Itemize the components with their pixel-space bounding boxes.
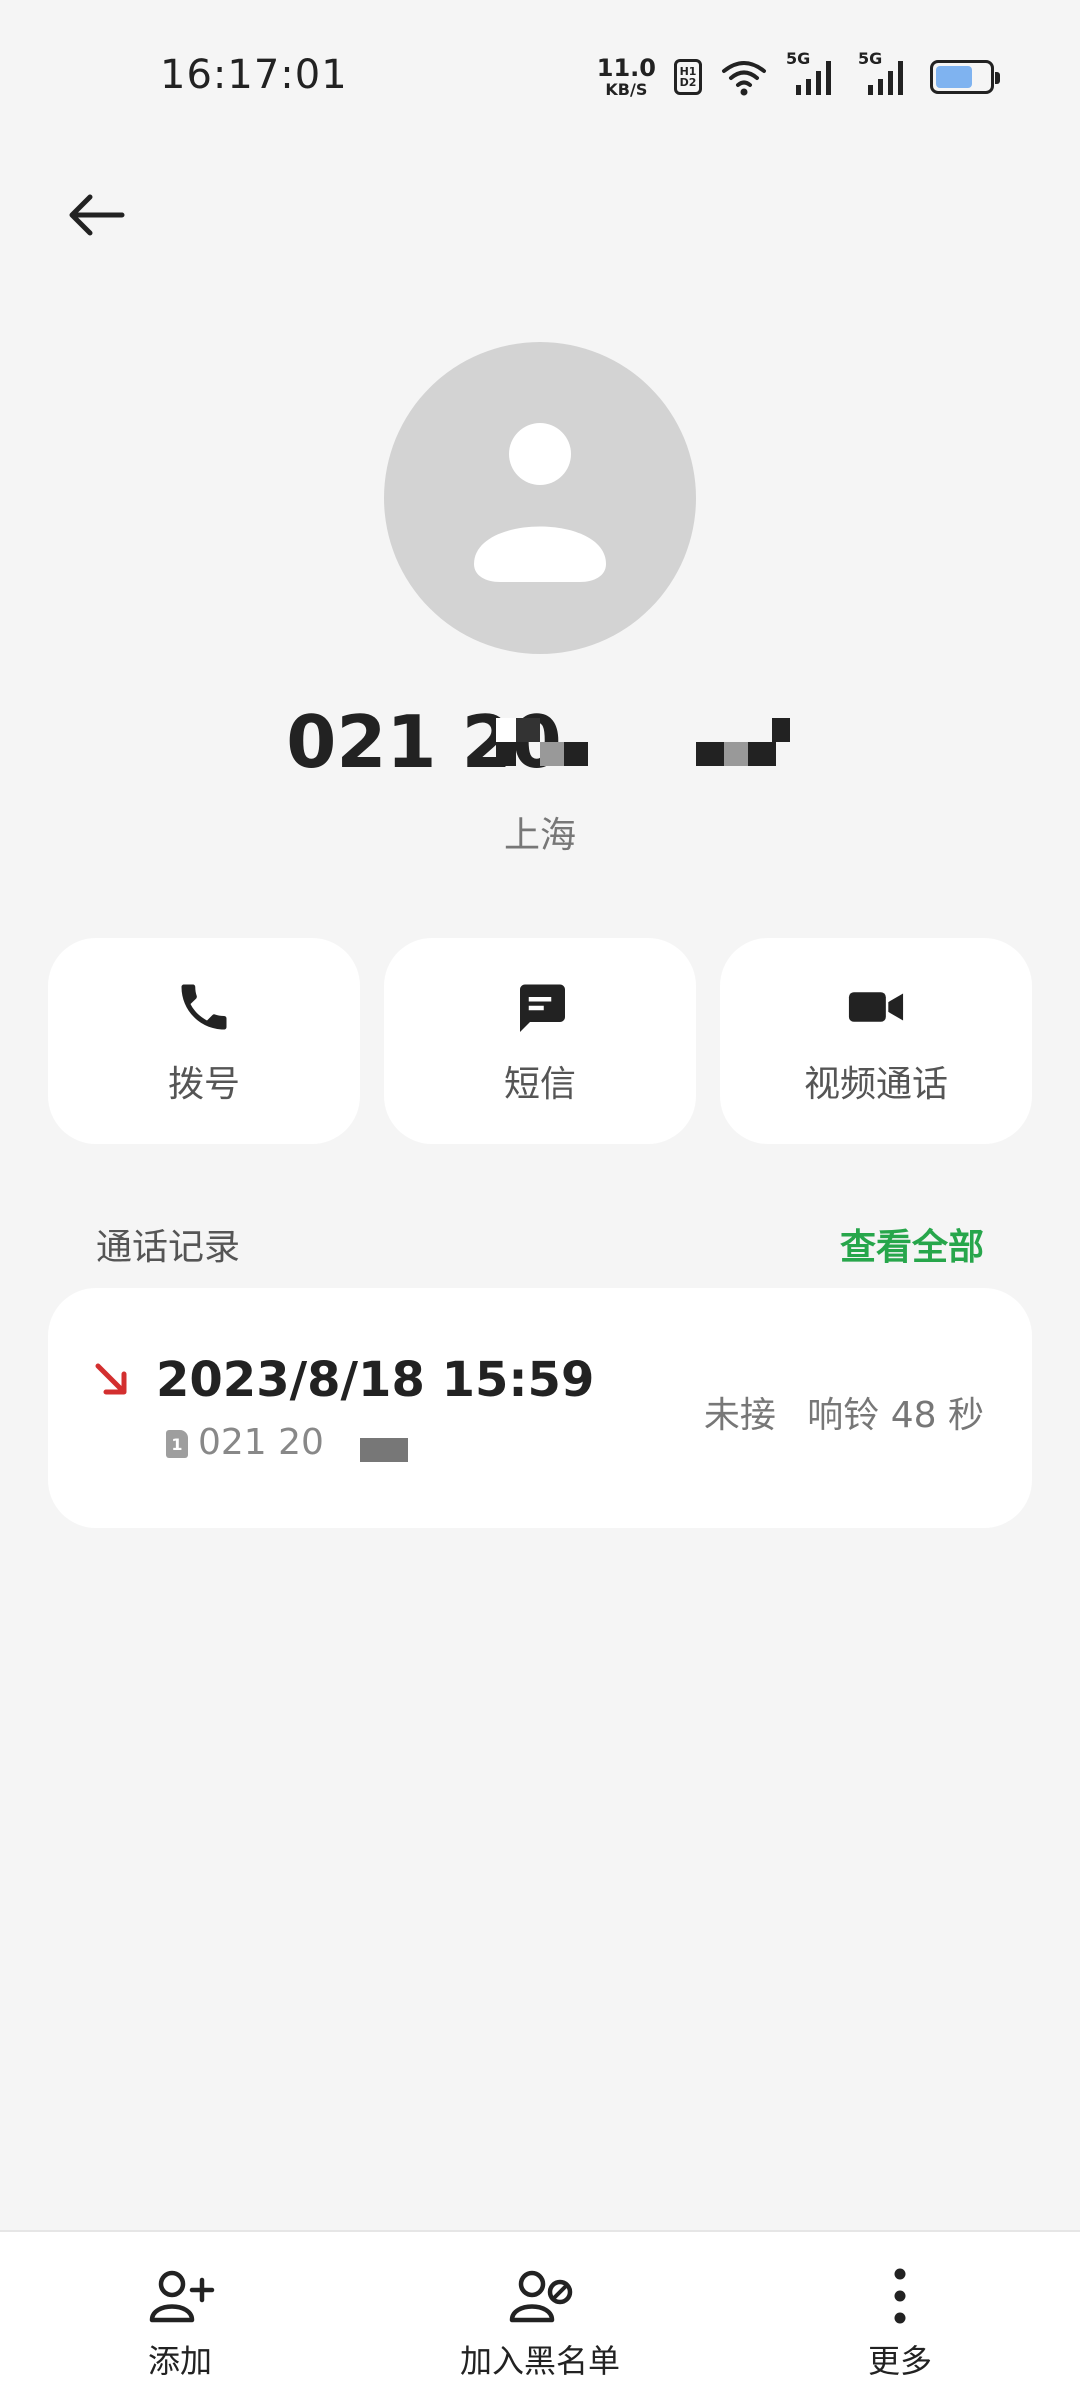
action-row: 拨号 短信 视频通话	[48, 938, 1032, 1144]
person-icon	[474, 423, 606, 582]
add-contact-button[interactable]: 添加	[30, 2232, 330, 2400]
view-all-link[interactable]: 查看全部	[840, 1218, 984, 1270]
wifi-icon	[722, 61, 766, 96]
location-label: 上海	[503, 815, 576, 856]
call-datetime: 2023/8/18 15:59	[156, 1352, 595, 1408]
battery-icon	[930, 60, 1000, 94]
video-camera-icon	[848, 992, 904, 1022]
battery-cap	[995, 72, 1000, 84]
network-speed-value: 11.0	[596, 54, 656, 82]
call-number-redaction	[360, 1438, 408, 1462]
missed-call-icon	[95, 1363, 127, 1395]
hd-voice-icon: H1 D2	[674, 59, 702, 95]
back-button[interactable]	[56, 180, 136, 250]
signal-2-icon: 5G	[858, 49, 912, 97]
sms-label: 短信	[503, 1064, 576, 1105]
dial-button[interactable]: 拨号	[48, 938, 360, 1144]
more-button[interactable]: 更多	[750, 2232, 1050, 2400]
sms-button[interactable]: 短信	[384, 938, 696, 1144]
video-call-button[interactable]: 视频通话	[720, 938, 1032, 1144]
video-call-label: 视频通话	[803, 1064, 948, 1105]
battery-fill	[936, 66, 973, 88]
contact-detail-screen: 16:17:01 11.0 KB/S H1 D2 5G 5G 021 20 上海…	[0, 0, 1080, 2400]
avatar	[384, 342, 696, 654]
signal-1-label: 5G	[786, 49, 811, 68]
dial-label: 拨号	[167, 1064, 240, 1105]
add-contact-label: 添加	[147, 2342, 212, 2380]
call-log-entry[interactable]: 2023/8/18 15:59 1 021 20 未接 响铃 48 秒	[48, 1288, 1032, 1528]
add-contact-icon	[149, 2270, 215, 2323]
signal-2-label: 5G	[858, 49, 883, 68]
block-contact-button[interactable]: 加入黑名单	[390, 2232, 690, 2400]
block-contact-icon	[509, 2270, 573, 2323]
block-contact-label: 加入黑名单	[459, 2342, 620, 2380]
back-arrow-icon	[69, 194, 125, 236]
more-vertical-icon	[894, 2268, 906, 2324]
network-speed: 11.0 KB/S	[597, 56, 656, 98]
network-speed-unit: KB/S	[605, 80, 648, 99]
phone-icon	[181, 984, 227, 1030]
message-icon	[520, 984, 565, 1032]
call-status-missed: 未接	[703, 1395, 776, 1436]
hd-bottom-label: D2	[679, 76, 697, 89]
number-redaction	[496, 718, 792, 766]
sim-card-icon: 1	[166, 1430, 188, 1458]
more-label: 更多	[867, 2342, 932, 2380]
call-log-title: 通话记录	[96, 1227, 241, 1268]
status-icons: 11.0 KB/S H1 D2 5G 5G	[597, 49, 1000, 98]
status-time: 16:17:01	[160, 52, 348, 98]
call-ring-duration: 响铃 48 秒	[807, 1395, 984, 1436]
status-bar: 16:17:01 11.0 KB/S H1 D2 5G 5G	[0, 0, 1080, 160]
bottom-action-bar: 添加 加入黑名单 更多	[0, 2230, 1080, 2400]
call-number: 021 20	[198, 1422, 324, 1463]
call-status: 未接 响铃 48 秒	[704, 1386, 984, 1438]
signal-1-icon: 5G	[786, 49, 840, 97]
